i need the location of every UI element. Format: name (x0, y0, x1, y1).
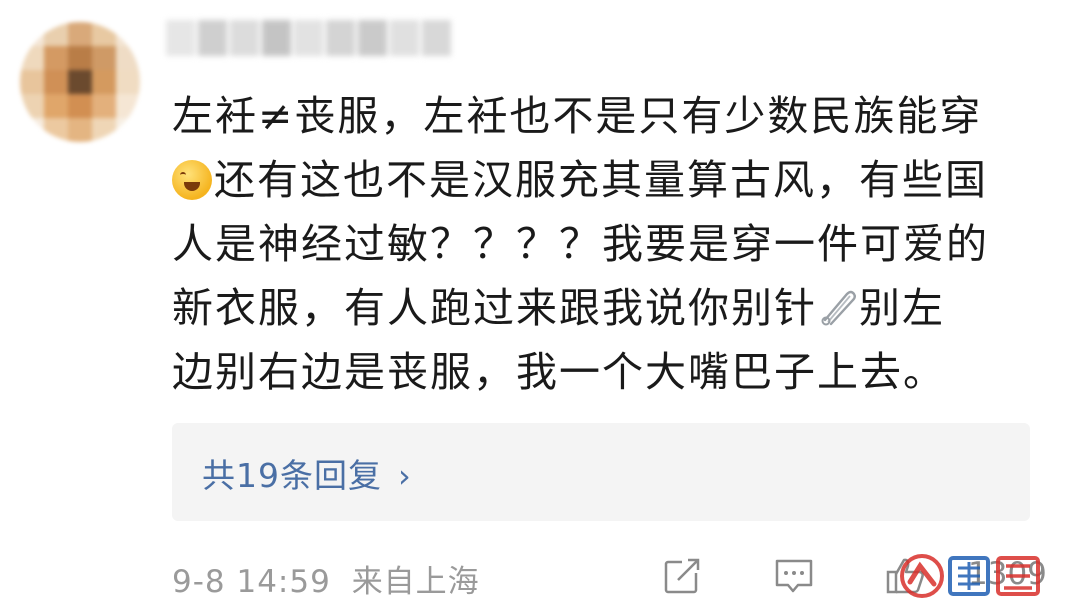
comment-meta: 9-8 14:59 来自上海 (172, 556, 480, 601)
location: 来自上海 (351, 564, 480, 600)
replies-count-label: 共19条回复 (202, 456, 382, 495)
grinning-face-icon (172, 160, 212, 200)
timestamp: 9-8 14:59 (172, 564, 331, 600)
comment-line: 边别右边是丧服，我一个大嘴巴子上去。 (172, 348, 946, 396)
comment-line: 还有这也不是汉服充其量算古风，有些国 (172, 148, 1022, 212)
share-icon[interactable] (660, 556, 704, 596)
comment-line: 人是神经过敏？？？？我要是穿一件可爱的 (172, 220, 989, 268)
safety-pin-icon (821, 290, 856, 326)
replies-panel[interactable]: 共19条回复 › (172, 423, 1030, 521)
comment-icon[interactable] (772, 556, 816, 596)
comment-text: 左衽≠丧服，左衽也不是只有少数民族能穿 还有这也不是汉服充其量算古风，有些国 人… (172, 84, 1022, 404)
comment-line: 新衣服，有人跑过来跟我说你别针 别左 (172, 284, 945, 332)
comment-line: 左衽≠丧服，左衽也不是只有少数民族能穿 (172, 92, 983, 140)
watermark-logo-icon (900, 554, 1040, 598)
username-blurred[interactable] (166, 20, 451, 56)
avatar[interactable] (20, 22, 140, 142)
view-replies-link[interactable]: 共19条回复 › (202, 449, 412, 497)
comment-card: 左衽≠丧服，左衽也不是只有少数民族能穿 还有这也不是汉服充其量算古风，有些国 人… (0, 0, 1065, 602)
chevron-right-icon: › (398, 457, 412, 495)
